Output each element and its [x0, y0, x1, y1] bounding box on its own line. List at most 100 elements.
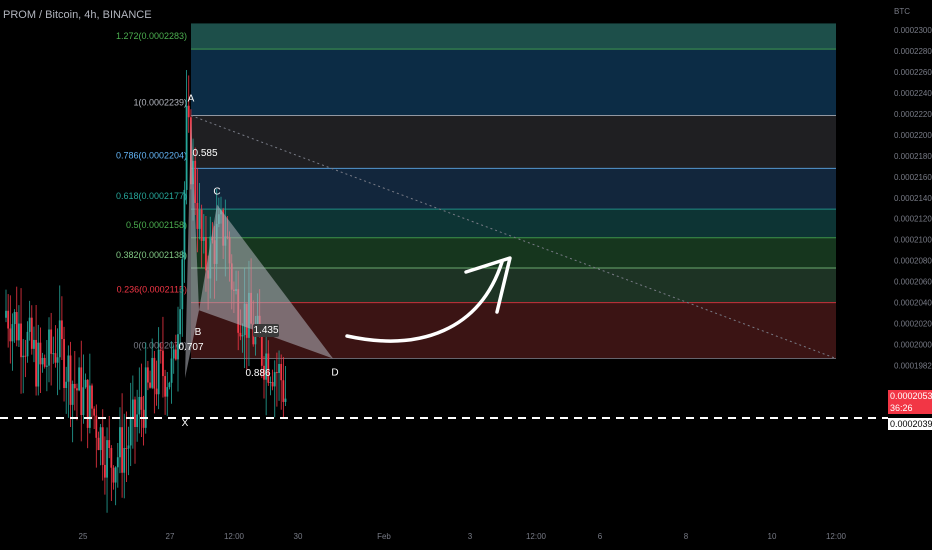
- candle-body: [50, 329, 53, 354]
- y-tick-label: 0.0002060: [894, 278, 932, 287]
- pattern-ratio-label: 1.435: [253, 325, 278, 336]
- x-tick-label: 27: [166, 532, 175, 541]
- fib-level-label: 1.272(0.0002283): [116, 31, 187, 41]
- candle-body: [39, 342, 42, 365]
- y-tick-label: 0.0002180: [894, 152, 932, 161]
- x-tick-label: 25: [79, 532, 88, 541]
- candle-body: [112, 467, 115, 483]
- candle-body: [11, 324, 14, 342]
- candle-body: [153, 357, 156, 389]
- candle-body: [198, 209, 201, 229]
- fib-band: [191, 115, 836, 169]
- x-tick-label: 10: [768, 532, 777, 541]
- candle-body: [99, 427, 102, 451]
- y-tick-label: 0.0002260: [894, 68, 932, 77]
- x-tick-label: Feb: [377, 532, 391, 541]
- candle-body: [157, 349, 160, 395]
- candle-body: [241, 335, 244, 337]
- candle-body: [260, 336, 263, 366]
- candle-body: [131, 399, 134, 418]
- candle-body: [93, 408, 96, 416]
- x-tick-label: 30: [294, 532, 303, 541]
- candle-body: [54, 353, 57, 363]
- candle-body: [71, 383, 74, 405]
- candle-body: [271, 382, 274, 387]
- candle-body: [76, 388, 78, 391]
- candle-body: [13, 312, 16, 325]
- candle-body: [106, 440, 108, 478]
- candle-body: [24, 355, 27, 357]
- chart-canvas[interactable]: 1.272(0.0002283) 1(0.0002239) 0.786(0.0002…: [0, 0, 932, 550]
- candle-body: [43, 357, 46, 367]
- pattern-point-label: A: [188, 94, 195, 105]
- candle-body: [138, 396, 141, 415]
- fib-level-label: 0.618(0.0002177): [116, 191, 187, 201]
- fib-band: [191, 168, 836, 210]
- candle-body: [48, 329, 50, 366]
- candle-body: [205, 237, 207, 271]
- candle-body: [170, 358, 173, 383]
- y-tick-label: 0.0002000: [894, 341, 932, 350]
- candle-body: [282, 380, 285, 402]
- candle-body: [91, 385, 93, 409]
- support-price-tag: 0.0002039: [888, 418, 932, 430]
- candle-body: [52, 353, 55, 355]
- candle-body: [88, 385, 91, 428]
- x-tick-label: 12:00: [224, 532, 245, 541]
- candle-body: [280, 363, 283, 381]
- candle-body: [35, 339, 37, 387]
- candle-body: [20, 323, 22, 358]
- y-tick-label: 0.0002120: [894, 215, 932, 224]
- candle-body: [129, 417, 132, 446]
- y-tick-label: 0.0002080: [894, 257, 932, 266]
- fib-band: [191, 23, 836, 50]
- candle-body: [121, 427, 123, 473]
- candle-body: [82, 387, 85, 416]
- chart-title: PROM / Bitcoin, 4h, BINANCE: [3, 9, 152, 21]
- candle-body: [80, 367, 83, 416]
- fib-level-label: 1(0.0002239): [133, 98, 187, 108]
- candle-body: [159, 349, 162, 351]
- candle-body: [108, 440, 111, 449]
- y-tick-label: 0.0002140: [894, 194, 932, 203]
- fib-level-label: 0.786(0.0002204): [116, 150, 187, 160]
- candle-body: [45, 365, 48, 367]
- candle-body: [151, 357, 154, 388]
- pattern-point-label: D: [331, 368, 338, 379]
- candle-body: [65, 381, 68, 388]
- y-tick-label: 0.0002220: [894, 110, 932, 119]
- candle-body: [101, 427, 104, 465]
- candle-body: [276, 372, 278, 374]
- candle-body: [30, 317, 33, 349]
- candle-body: [119, 427, 121, 458]
- candle-body: [73, 383, 76, 389]
- x-tick-label: 3: [468, 532, 473, 541]
- candle-body: [95, 415, 98, 438]
- candle-body: [134, 399, 136, 428]
- x-tick-label: 6: [598, 532, 603, 541]
- candle-body: [174, 349, 177, 360]
- candle-body: [114, 467, 117, 483]
- candle-body: [162, 350, 164, 377]
- candle-body: [202, 237, 205, 241]
- candle-body: [164, 376, 166, 397]
- candle-body: [15, 312, 18, 341]
- candle-body: [239, 332, 242, 337]
- candle-body: [185, 105, 188, 190]
- y-tick-label: 0.0001982: [894, 362, 932, 371]
- pattern-point-label: C: [213, 187, 220, 198]
- candle-body: [136, 414, 139, 428]
- candle-body: [56, 357, 59, 363]
- candle-body: [63, 339, 65, 388]
- y-tick-label: 0.0002280: [894, 47, 932, 56]
- candle-body: [5, 310, 7, 318]
- pattern-point-label: B: [195, 327, 202, 338]
- fib-band: [191, 237, 836, 268]
- fib-band: [191, 267, 836, 303]
- x-tick-label: 12:00: [526, 532, 547, 541]
- candle-body: [172, 349, 175, 359]
- candle-body: [278, 363, 280, 373]
- candle-body: [78, 367, 80, 391]
- candle-body: [179, 309, 182, 335]
- candle-body: [33, 339, 35, 349]
